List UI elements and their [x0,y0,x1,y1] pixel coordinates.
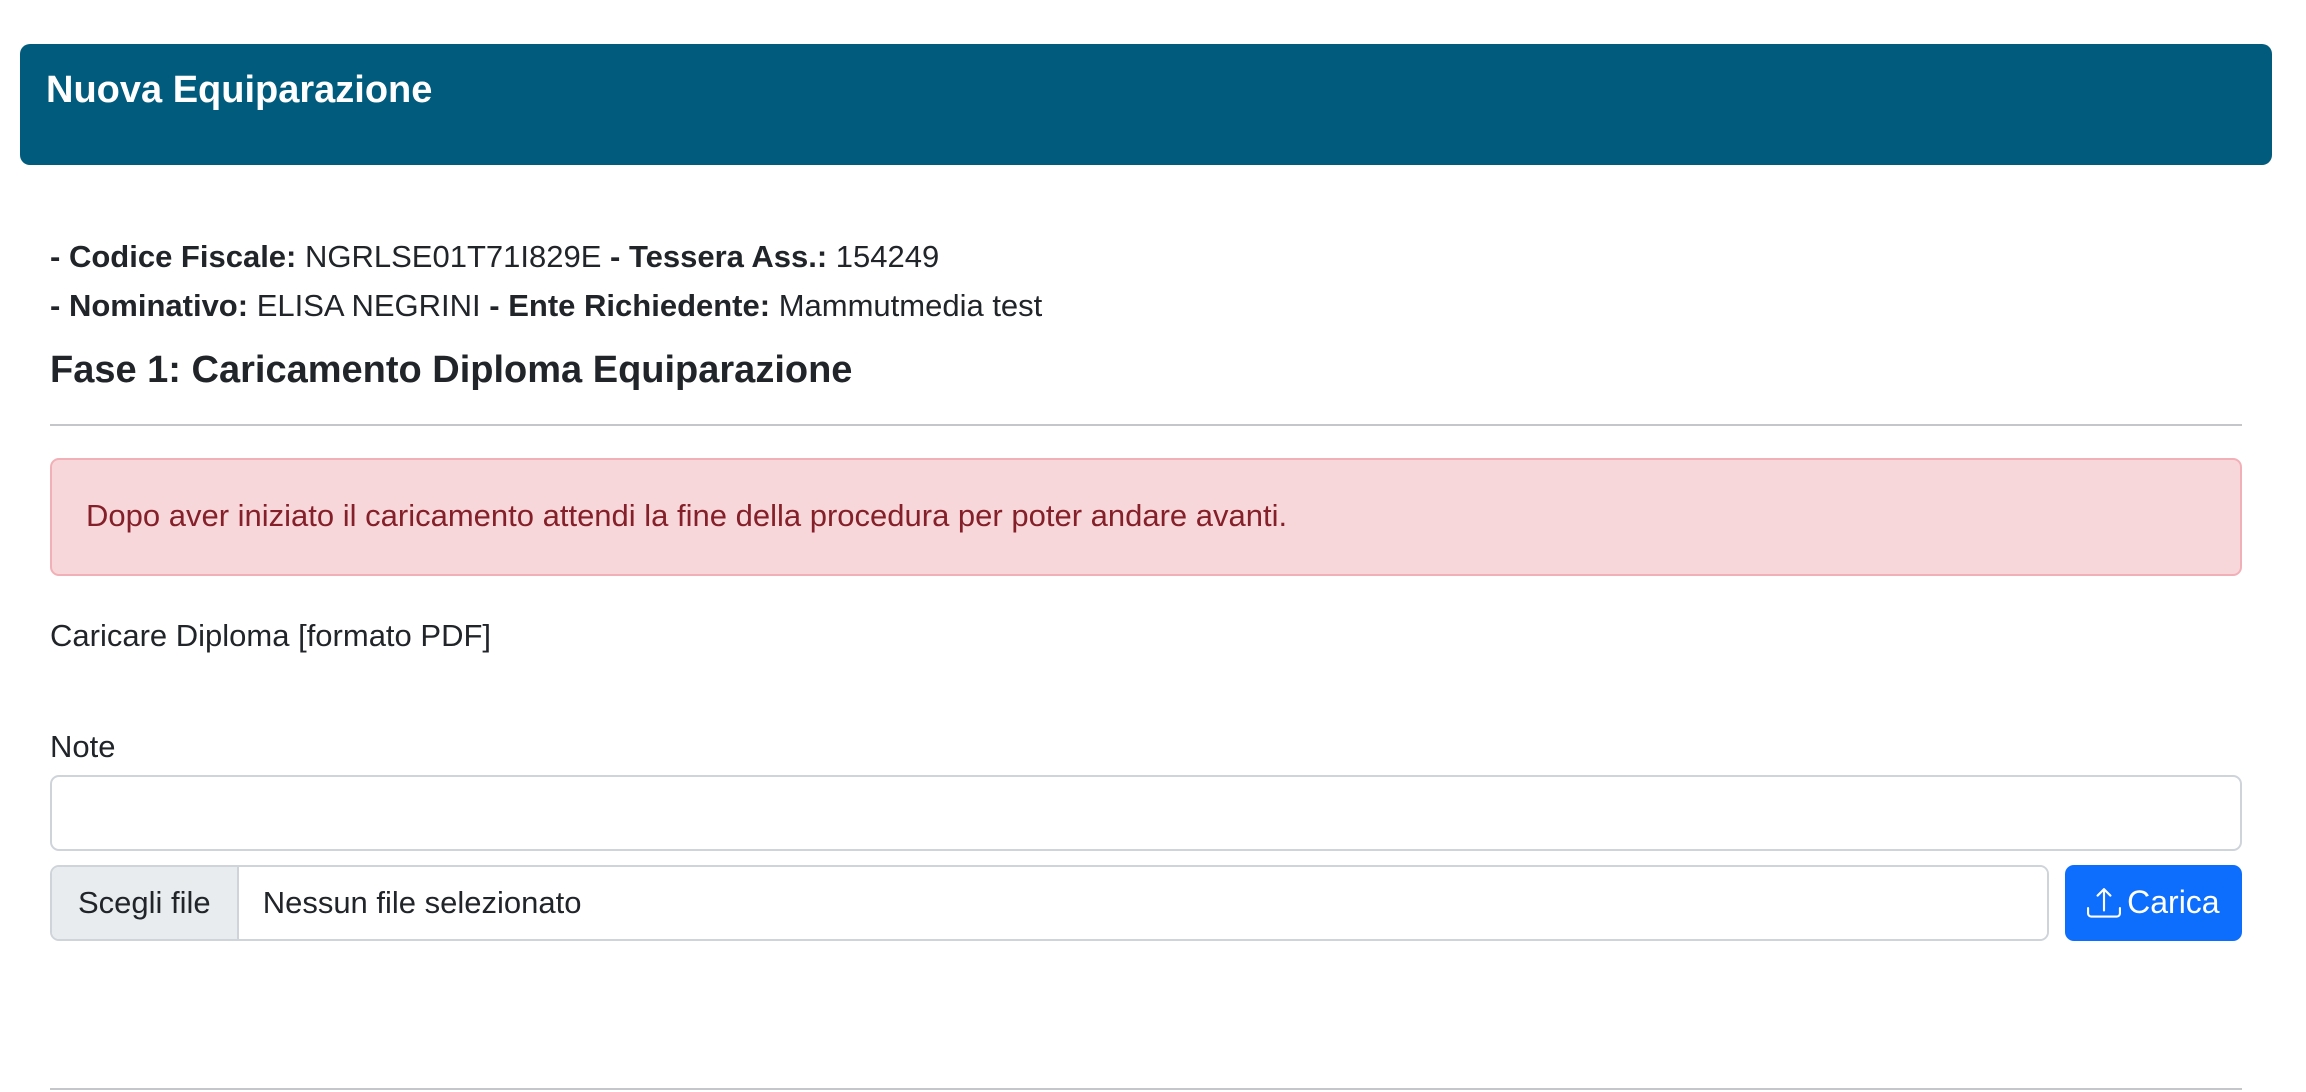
note-label: Note [50,728,116,764]
tessera-value: 154249 [835,239,940,274]
page: Nuova Equiparazione - Codice Fiscale: NG… [0,0,2306,1092]
info-prefix: - [50,288,61,323]
file-input[interactable]: Scegli file Nessun file selezionato [50,864,2049,941]
info-separator: - [489,288,500,323]
warning-alert: Dopo aver iniziato il caricamento attend… [50,457,2242,576]
section-title: Fase 1: Caricamento Diploma Equiparazion… [50,349,853,391]
upload-button-label: Carica [2127,884,2220,921]
upload-button[interactable]: Carica [2064,864,2242,941]
page-title: Nuova Equiparazione [46,69,433,111]
tessera-label: Tessera Ass.: [628,239,828,274]
ente-label: Ente Richiedente: [508,288,771,323]
info-separator: - [610,239,621,274]
header-bar: Nuova Equiparazione [20,44,2272,165]
choose-file-button[interactable]: Scegli file [52,866,239,939]
file-status: Nessun file selezionato [238,866,2047,939]
nominativo-label: Nominativo: [68,288,249,323]
upload-row: Scegli file Nessun file selezionato Cari… [50,864,2242,941]
section-divider [50,423,2242,426]
codice-fiscale-value: NGRLSE01T71I829E [305,239,602,274]
upload-icon [2087,886,2122,920]
bottom-divider [50,1088,2242,1090]
info-line-codice: - Codice Fiscale: NGRLSE01T71I829E - Tes… [50,232,2242,281]
ente-value: Mammutmedia test [778,288,1043,323]
main-content: - Codice Fiscale: NGRLSE01T71I829E - Tes… [50,232,2242,941]
note-input[interactable] [50,774,2242,851]
codice-fiscale-label: Codice Fiscale: [68,239,297,274]
info-line-nominativo: - Nominativo: ELISA NEGRINI - Ente Richi… [50,281,2242,330]
upload-label: Caricare Diploma [formato PDF] [50,617,492,653]
alert-text: Dopo aver iniziato il caricamento attend… [86,497,1288,533]
nominativo-value: ELISA NEGRINI [256,288,481,323]
info-prefix: - [50,239,61,274]
